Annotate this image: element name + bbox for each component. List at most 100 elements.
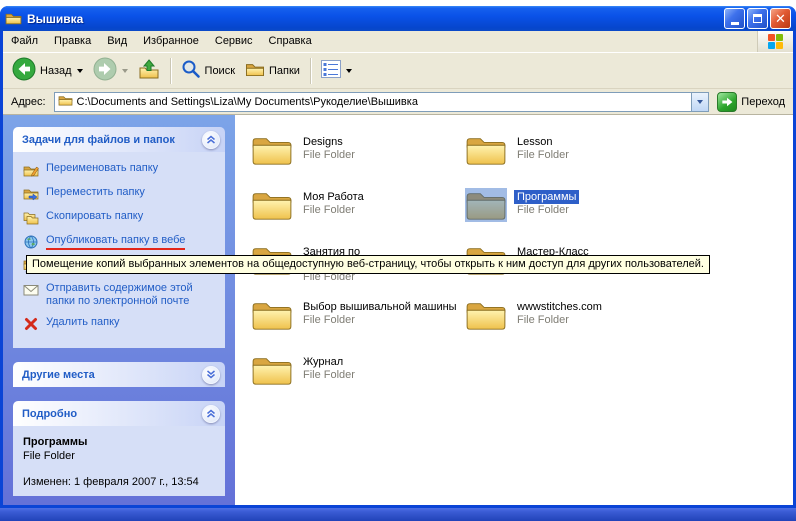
minimize-button[interactable] <box>724 8 745 29</box>
menu-favorites[interactable]: Избранное <box>135 31 207 52</box>
details-body: Программы File Folder Изменен: 1 февраля… <box>13 426 225 496</box>
maximize-button[interactable] <box>747 8 768 29</box>
folder-type: File Folder <box>300 149 355 161</box>
back-button[interactable]: Назад <box>7 54 88 87</box>
menu-edit[interactable]: Правка <box>46 31 99 52</box>
expand-chevron-icon[interactable] <box>202 366 220 384</box>
folder-name: Lesson <box>514 135 555 149</box>
toolbar: Назад Поиск Папки <box>3 53 793 89</box>
search-label: Поиск <box>205 65 235 77</box>
task-label: Опубликовать папку в вебе <box>46 234 185 250</box>
folder-item-lesson[interactable]: LessonFile Folder <box>465 133 679 171</box>
folder-item-designs[interactable]: DesignsFile Folder <box>251 133 465 171</box>
forward-icon <box>93 57 117 84</box>
details-header[interactable]: Подробно <box>13 401 225 426</box>
details-item-modified: Изменен: 1 февраля 2007 г., 13:54 <box>23 476 221 488</box>
collapse-chevron-icon[interactable] <box>202 405 220 423</box>
other-places-header[interactable]: Другие места <box>13 362 225 387</box>
title-bar: Вышивка ✕ <box>0 6 796 31</box>
details-item-name: Программы <box>23 436 221 448</box>
back-label: Назад <box>40 65 72 77</box>
task-rename-folder[interactable]: Переименовать папку <box>23 162 221 178</box>
folder-view: DesignsFile Folder LessonFile Folder Моя… <box>235 115 793 505</box>
other-places-title: Другие места <box>22 369 95 381</box>
folder-item-zhurnal[interactable]: ЖурналFile Folder <box>251 353 465 391</box>
folder-name: wwwstitches.com <box>514 300 605 314</box>
folder-item-wwwstitches[interactable]: wwwstitches.comFile Folder <box>465 298 679 336</box>
menu-view[interactable]: Вид <box>99 31 135 52</box>
toolbar-separator <box>170 58 171 84</box>
delete-icon <box>23 316 39 332</box>
folder-type: File Folder <box>514 204 569 216</box>
folder-name: Журнал <box>300 355 346 369</box>
close-icon: ✕ <box>775 12 786 25</box>
rename-folder-icon <box>23 162 39 178</box>
menu-file[interactable]: Файл <box>3 31 46 52</box>
forward-dropdown-icon <box>122 69 128 73</box>
folder-type: File Folder <box>300 204 355 216</box>
close-button[interactable]: ✕ <box>770 8 791 29</box>
section-details: Подробно Программы File Folder Изменен: … <box>13 401 225 496</box>
up-button[interactable] <box>133 56 165 86</box>
address-input[interactable]: C:\Documents and Settings\Liza\My Docume… <box>54 92 710 112</box>
maximize-icon <box>753 14 762 23</box>
go-label: Переход <box>741 96 785 108</box>
task-label: Переместить папку <box>46 186 145 199</box>
views-icon <box>321 60 341 81</box>
email-icon <box>23 282 39 298</box>
folder-icon <box>251 188 293 222</box>
task-delete-folder[interactable]: Удалить папку <box>23 316 221 332</box>
copy-folder-icon <box>23 210 39 226</box>
section-other-places: Другие места <box>13 362 225 387</box>
task-label: Скопировать папку <box>46 210 143 223</box>
details-item-type: File Folder <box>23 450 221 462</box>
publish-web-icon <box>23 234 39 250</box>
folder-icon <box>465 133 507 167</box>
window-title: Вышивка <box>27 12 724 26</box>
address-dropdown-button[interactable] <box>691 93 708 111</box>
windows-logo-icon <box>757 31 793 52</box>
menu-help[interactable]: Справка <box>261 31 320 52</box>
explorer-window: Вышивка ✕ Файл Правка Вид Избранное Серв… <box>0 6 796 508</box>
task-move-folder[interactable]: Переместить папку <box>23 186 221 202</box>
task-pane: Задачи для файлов и папок Переименовать … <box>3 115 235 505</box>
folder-name: Программы <box>514 190 579 204</box>
folder-name: Designs <box>300 135 346 149</box>
collapse-chevron-icon[interactable] <box>202 131 220 149</box>
folder-icon <box>251 298 293 332</box>
window-folder-icon <box>5 11 22 26</box>
task-copy-folder[interactable]: Скопировать папку <box>23 210 221 226</box>
folder-item-programmy[interactable]: ПрограммыFile Folder <box>465 188 679 226</box>
publish-tooltip: Помещение копий выбранных элементов на о… <box>26 255 710 274</box>
folder-item-vybor-mashiny[interactable]: Выбор вышивальной машиныFile Folder <box>251 298 465 336</box>
views-button[interactable] <box>316 57 357 84</box>
main-area: Задачи для файлов и папок Переименовать … <box>3 115 793 505</box>
forward-button[interactable] <box>88 54 133 87</box>
task-label: Переименовать папку <box>46 162 158 175</box>
task-publish-folder[interactable]: Опубликовать папку в вебе <box>23 234 221 250</box>
details-title: Подробно <box>22 408 77 420</box>
back-icon <box>12 57 36 84</box>
go-arrow-icon <box>717 92 737 112</box>
task-email-folder[interactable]: Отправить содержимое этой папки по элект… <box>23 282 221 308</box>
menu-bar: Файл Правка Вид Избранное Сервис Справка <box>3 31 793 53</box>
file-tasks-header[interactable]: Задачи для файлов и папок <box>13 127 225 152</box>
folders-icon <box>245 61 265 81</box>
task-label: Удалить папку <box>46 316 120 329</box>
taskbar-strip <box>0 508 796 521</box>
task-label: Отправить содержимое этой папки по элект… <box>46 282 221 308</box>
folder-type: File Folder <box>300 369 355 381</box>
go-button[interactable]: Переход <box>713 92 789 112</box>
search-button[interactable]: Поиск <box>176 56 240 85</box>
address-bar: Адрес: C:\Documents and Settings\Liza\My… <box>3 89 793 115</box>
menu-tools[interactable]: Сервис <box>207 31 261 52</box>
folder-type: File Folder <box>300 314 355 326</box>
folder-item-moya-rabota[interactable]: Моя РаботаFile Folder <box>251 188 465 226</box>
search-icon <box>181 59 201 82</box>
folder-icon <box>251 133 293 167</box>
folder-up-icon <box>138 59 160 83</box>
back-dropdown-icon <box>77 69 83 73</box>
address-value: C:\Documents and Settings\Liza\My Docume… <box>77 96 688 108</box>
folders-button[interactable]: Папки <box>240 58 305 84</box>
folder-icon <box>251 353 293 387</box>
